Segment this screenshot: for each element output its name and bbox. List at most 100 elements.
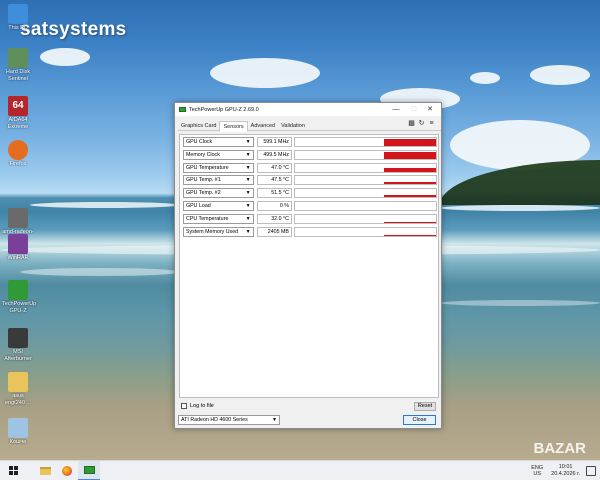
desktop-icon[interactable]: asus engt240 ...	[2, 372, 34, 406]
sensor-name-dropdown[interactable]: GPU Clock ▼	[183, 137, 254, 147]
sensor-value: 499.5 MHz	[256, 149, 292, 160]
camera-icon[interactable]: ▩	[408, 120, 415, 127]
file-explorer-icon	[39, 466, 51, 475]
sensor-name-dropdown[interactable]: System Memory Used ▼	[183, 226, 254, 237]
close-window-button[interactable]: ✕	[423, 103, 437, 116]
sensor-value: 47.5 °C	[256, 175, 292, 186]
firefox-icon	[62, 465, 72, 476]
notification-icon[interactable]	[586, 465, 596, 476]
wave-foam	[30, 202, 180, 208]
reset-button[interactable]: Reset	[414, 402, 436, 411]
minimize-button[interactable]: —	[389, 103, 403, 116]
desktop-icon[interactable]: Hard Disk Sentinel	[2, 48, 34, 82]
clock-date: 20.4.2026 г.	[551, 470, 580, 477]
menu-icon[interactable]: ≡	[428, 120, 435, 127]
tab-bar: Graphics Card Sensors Advanced Validation	[178, 121, 441, 132]
desktop-icon[interactable]: MSI Afterburner	[2, 328, 34, 362]
tab-sensors[interactable]: Sensors	[219, 121, 248, 132]
sensor-name-dropdown[interactable]: CPU Temperature ▼	[183, 213, 254, 224]
gpu-z-icon	[8, 280, 28, 300]
sensor-name: GPU Temp. #1	[186, 177, 221, 184]
sensor-name-dropdown[interactable]: Memory Clock ▼	[183, 149, 254, 160]
desktop-icon[interactable]: Firefox	[2, 140, 34, 168]
sensor-value: 32.0 °C	[256, 213, 292, 224]
log-to-file-label: Log to file	[190, 403, 214, 409]
sensor-value: 51.5 °C	[256, 188, 292, 199]
maximize-button[interactable]: □	[407, 103, 421, 116]
sensor-name: GPU Load	[186, 203, 211, 209]
sensor-name: GPU Temp. #2	[186, 190, 221, 197]
sensor-name-dropdown[interactable]: GPU Temperature ▼	[183, 162, 254, 173]
chevron-down-icon: ▼	[245, 139, 251, 145]
desktop-icon[interactable]: WinRAR	[2, 234, 34, 262]
sensor-name: CPU Temperature	[186, 215, 229, 222]
hard-disk-sentinel-icon	[8, 48, 28, 68]
tab-graphics-card[interactable]: Graphics Card	[178, 121, 219, 131]
desktop-icon[interactable]: This PC	[2, 4, 34, 32]
sensor-graph-bar	[384, 234, 436, 236]
sensor-name-dropdown[interactable]: GPU Temp. #1 ▼	[183, 175, 254, 186]
desktop-icon-label: WinRAR	[7, 255, 29, 261]
cloud	[40, 48, 90, 66]
sensor-value: 599.1 MHz	[256, 137, 292, 147]
lang-bottom: US	[533, 470, 541, 477]
desktop-icon-label: Кошче	[9, 439, 27, 445]
sensor-value: 2405 MB	[256, 226, 292, 237]
sensor-graph	[293, 201, 437, 211]
taskbar-file-explorer[interactable]	[34, 461, 56, 480]
msi-afterburner-icon	[8, 328, 28, 348]
sensor-row: GPU Temperature ▼ 47.0 °C	[183, 162, 437, 173]
chevron-down-icon: ▼	[245, 164, 251, 171]
sensor-graph	[293, 175, 437, 186]
desktop-icon[interactable]: Кошче	[2, 418, 34, 446]
sensor-row: GPU Load ▼ 0 %	[183, 201, 437, 211]
taskbar-gpu-z[interactable]	[78, 460, 100, 480]
this-pc-icon	[8, 4, 28, 24]
sensor-graph	[293, 137, 437, 147]
sensor-graph-bar	[384, 182, 436, 185]
desktop-icon-label: Hard Disk Sentinel	[5, 69, 31, 82]
sensor-row: System Memory Used ▼ 2405 MB	[183, 226, 437, 237]
winrar-icon	[8, 234, 28, 254]
log-to-file-checkbox[interactable]	[181, 403, 187, 409]
gpu-select[interactable]: ATI Radeon HD 4600 Series ▼	[178, 415, 280, 425]
sensor-graph	[293, 162, 437, 173]
desktop-icon[interactable]: TechPowerUp GPU-Z	[2, 280, 36, 314]
sensor-graph-bar	[384, 167, 436, 172]
sensor-name: System Memory Used	[186, 228, 239, 235]
tab-validation[interactable]: Validation	[278, 121, 308, 131]
chevron-down-icon: ▼	[245, 190, 251, 197]
sensor-value: 0 %	[256, 201, 292, 211]
sensor-value: 47.0 °C	[256, 162, 292, 173]
gpu-z-icon	[83, 465, 95, 474]
chevron-down-icon: ▼	[245, 177, 251, 184]
sensor-name-dropdown[interactable]: GPU Temp. #2 ▼	[183, 188, 254, 199]
log-to-file[interactable]: Log to file	[181, 403, 214, 409]
aida64-icon: 64	[8, 96, 28, 116]
window-title: TechPowerUp GPU-Z 2.69.0	[189, 106, 259, 113]
sensor-row: CPU Temperature ▼ 32.0 °C	[183, 213, 437, 224]
sensor-name: GPU Clock	[186, 139, 213, 145]
taskbar-firefox[interactable]	[56, 461, 78, 480]
sensor-name-dropdown[interactable]: GPU Load ▼	[183, 201, 254, 211]
wave-foam	[440, 300, 600, 306]
chevron-down-icon: ▼	[245, 203, 251, 209]
sensor-graph	[293, 149, 437, 160]
language-indicator[interactable]: ENG US	[531, 465, 543, 477]
desktop-icon-label: AIDA64 Extreme	[7, 117, 29, 130]
close-button[interactable]: Close	[403, 415, 436, 425]
start-button[interactable]	[2, 461, 24, 480]
watermark-corner: BAZAR	[533, 440, 587, 457]
window-titlebar[interactable]: TechPowerUp GPU-Z 2.69.0 — □ ✕	[175, 103, 441, 116]
cloud	[210, 58, 320, 88]
watermark: satsystems	[20, 19, 127, 40]
taskbar: ENG US 10:01 20.4.2026 г.	[0, 460, 600, 480]
refresh-icon[interactable]: ↻	[418, 120, 425, 127]
clock[interactable]: 10:01 20.4.2026 г.	[551, 464, 580, 477]
sensor-graph-bar	[384, 195, 436, 198]
desktop-icon[interactable]: 64 AIDA64 Extreme	[2, 96, 34, 130]
folder-icon	[8, 372, 28, 392]
tab-advanced[interactable]: Advanced	[248, 121, 278, 131]
wave-foam	[20, 268, 180, 276]
sensor-graph-bar	[384, 139, 436, 146]
